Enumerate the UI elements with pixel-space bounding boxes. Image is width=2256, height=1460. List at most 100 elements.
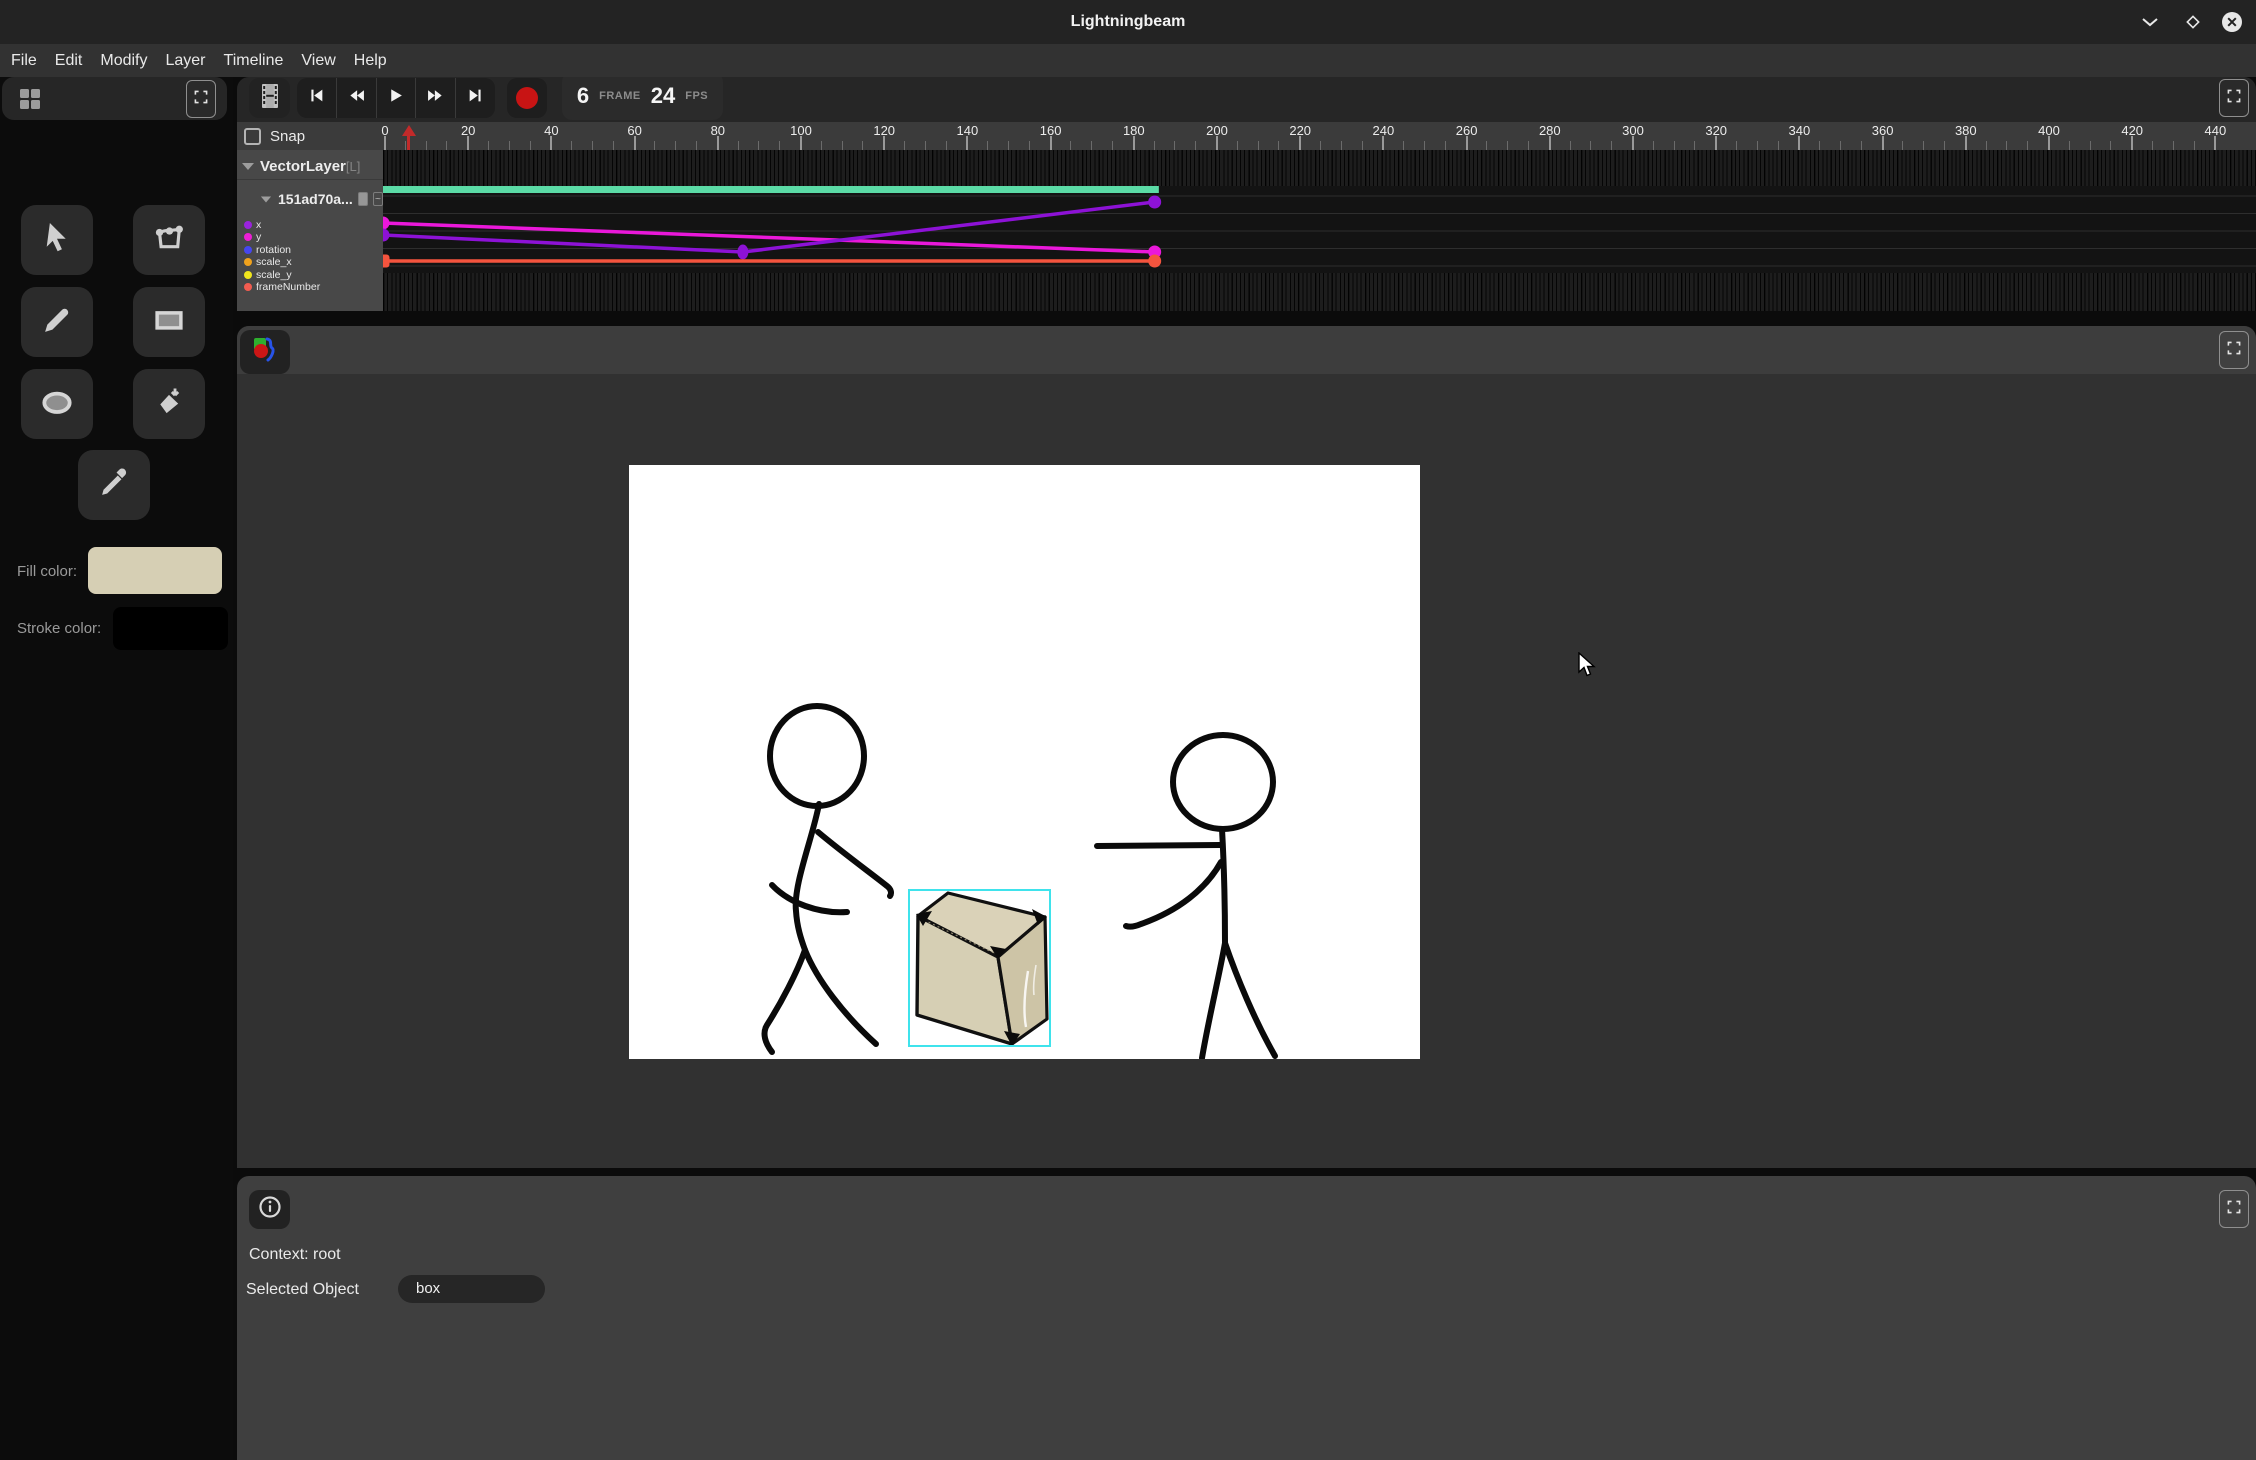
ruler-frame-label: 160 — [1040, 123, 1062, 138]
timeline-ruler[interactable]: 0204060801001201401601802002202402602803… — [383, 122, 2256, 150]
inspector-expand-button[interactable] — [2219, 1190, 2249, 1228]
tool-panel: Fill color: Stroke color: — [0, 77, 233, 1460]
snap-checkbox[interactable] — [244, 128, 261, 145]
ruler-tick — [1050, 136, 1052, 150]
sublayer-row[interactable]: 151ad70a... ~ — [237, 187, 383, 211]
ruler-tick — [1008, 141, 1009, 150]
frame-cells-top[interactable] — [383, 150, 2256, 186]
ruler-tick — [654, 141, 655, 150]
ruler-tick — [1778, 141, 1779, 150]
info-button[interactable] — [249, 1190, 290, 1229]
play-button[interactable] — [377, 78, 417, 118]
ruler-tick — [1715, 136, 1717, 150]
ruler-tick — [1278, 141, 1279, 150]
tool-button-ellipse[interactable] — [21, 369, 93, 439]
menu-item-help[interactable]: Help — [345, 44, 396, 77]
rewind-button[interactable] — [337, 78, 377, 118]
fps-value[interactable]: 24 — [651, 83, 675, 109]
stick-figure-left[interactable] — [765, 706, 891, 1052]
tool-button-rectangle[interactable] — [133, 287, 205, 357]
fill-color-swatch[interactable] — [88, 547, 222, 594]
menu-item-timeline[interactable]: Timeline — [215, 44, 293, 77]
sublayer-swatch-button[interactable] — [358, 192, 368, 206]
skip-to-end-button[interactable] — [456, 78, 495, 118]
sublayer-collapse-icon[interactable] — [261, 196, 271, 202]
ruler-frame-label: 40 — [544, 123, 558, 138]
tool-panel-expand-button[interactable] — [186, 80, 216, 118]
grid-icon[interactable] — [12, 84, 48, 114]
snap-label: Snap — [270, 128, 305, 145]
maximize-button[interactable] — [2179, 8, 2207, 36]
canvas-header — [237, 326, 2256, 374]
ruler-tick — [1195, 141, 1196, 150]
ruler-tick — [1237, 141, 1238, 150]
tool-button-transform-path[interactable] — [133, 205, 205, 275]
record-button[interactable] — [507, 78, 547, 118]
keyframe-x[interactable] — [1148, 196, 1161, 209]
stick-figure-right[interactable] — [1097, 735, 1275, 1058]
ruler-tick — [821, 141, 822, 150]
ruler-tick — [1632, 136, 1634, 150]
keyframe-y[interactable] — [383, 217, 390, 230]
stage[interactable] — [629, 465, 1420, 1059]
property-row-x[interactable]: x — [237, 219, 383, 231]
property-row-scale_y[interactable]: scale_y — [237, 269, 383, 281]
keyframe-frameNumber[interactable] — [1148, 255, 1161, 268]
timeline-tracks[interactable]: 0204060801001201401601802002202402602803… — [383, 122, 2256, 311]
keyframe-frameNumber[interactable] — [383, 255, 390, 268]
ruler-tick — [1466, 136, 1468, 150]
ruler-tick — [2027, 141, 2028, 150]
property-row-scale_x[interactable]: scale_x — [237, 256, 383, 268]
close-button[interactable] — [2218, 8, 2246, 36]
layer-collapse-icon[interactable] — [242, 163, 254, 170]
expand-icon — [2226, 1199, 2242, 1220]
ruler-frame-label: 180 — [1123, 123, 1145, 138]
keyframe-x[interactable] — [383, 229, 390, 242]
rectangle-icon — [150, 301, 188, 344]
snap-row: Snap — [237, 122, 383, 150]
ruler-tick — [800, 136, 802, 150]
property-row-frameNumber[interactable]: frameNumber — [237, 281, 383, 293]
menu-item-modify[interactable]: Modify — [91, 44, 156, 77]
menu-item-file[interactable]: File — [2, 44, 46, 77]
tool-button-eyedropper[interactable] — [78, 450, 150, 520]
canvas-mode-button[interactable] — [240, 330, 290, 374]
ruler-frame-label: 60 — [627, 123, 641, 138]
path-node-icon — [150, 219, 188, 262]
keyframe-x[interactable] — [737, 245, 748, 260]
tool-button-pencil[interactable] — [21, 287, 93, 357]
menu-item-edit[interactable]: Edit — [46, 44, 92, 77]
ruler-tick — [717, 136, 719, 150]
property-color-dot — [244, 246, 252, 254]
ruler-tick — [1507, 141, 1508, 150]
sublayer-tilde-button[interactable]: ~ — [373, 192, 383, 206]
tool-button-paint-bucket[interactable] — [133, 369, 205, 439]
filmstrip-icon — [259, 83, 281, 114]
canvas-expand-button[interactable] — [2219, 331, 2249, 369]
ruler-tick — [904, 141, 905, 150]
film-settings-button[interactable] — [249, 78, 290, 118]
info-icon — [258, 1195, 282, 1224]
menu-item-layer[interactable]: Layer — [156, 44, 214, 77]
stroke-color-swatch[interactable] — [113, 607, 228, 650]
timeline-expand-button[interactable] — [2219, 79, 2249, 117]
keyframe-graph[interactable] — [383, 186, 2256, 273]
frame-value[interactable]: 6 — [577, 83, 589, 109]
fast-forward-button[interactable] — [416, 78, 456, 118]
menu-item-view[interactable]: View — [292, 44, 344, 77]
skip-to-start-button[interactable] — [297, 78, 337, 118]
tool-button-select[interactable] — [21, 205, 93, 275]
box-object[interactable] — [916, 893, 1047, 1046]
selected-object-value[interactable]: box — [398, 1275, 545, 1303]
tool-panel-header — [2, 77, 227, 120]
layer-row-vectorlayer[interactable]: VectorLayer [L] — [237, 154, 383, 180]
property-row-y[interactable]: y — [237, 231, 383, 243]
ruler-tick — [1923, 141, 1924, 150]
ruler-frame-label: 340 — [1789, 123, 1811, 138]
property-row-rotation[interactable]: rotation — [237, 244, 383, 256]
ruler-tick — [1341, 141, 1342, 150]
keyframe-span-bar[interactable] — [383, 186, 1159, 193]
minimize-button[interactable] — [2136, 8, 2164, 36]
frame-cells-bottom[interactable] — [383, 273, 2256, 311]
ruler-frame-label: 20 — [461, 123, 475, 138]
